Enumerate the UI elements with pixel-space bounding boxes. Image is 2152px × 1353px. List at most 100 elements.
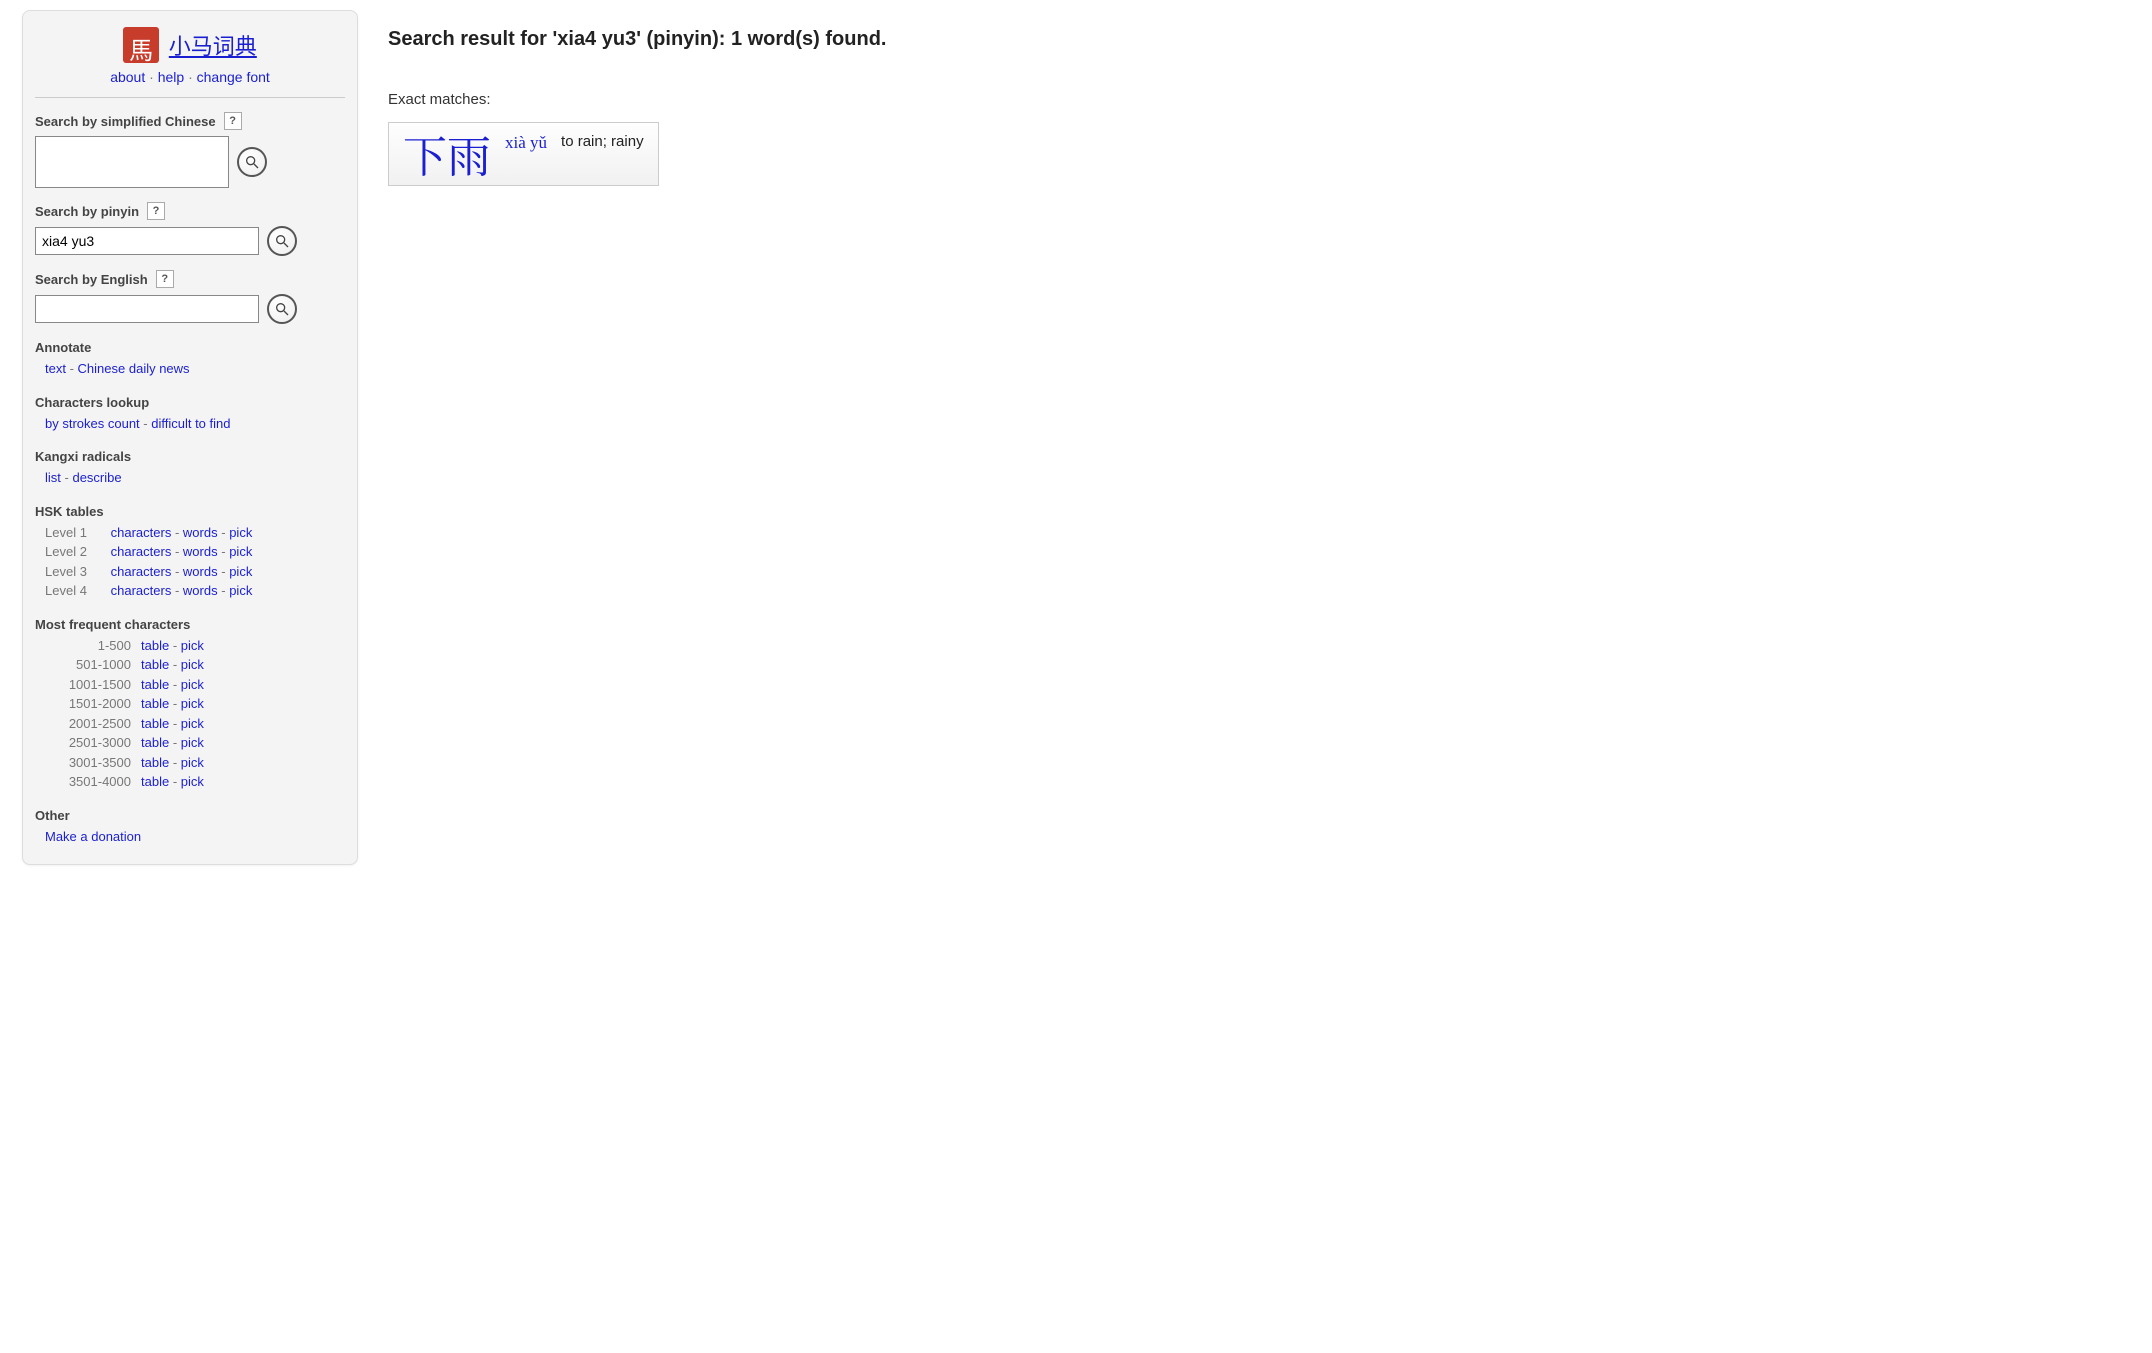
annotate-text-link[interactable]: text bbox=[45, 361, 66, 376]
hsk-words-link[interactable]: words bbox=[183, 544, 218, 559]
freq-row: 2501-3000table - pick bbox=[45, 733, 345, 753]
search-pinyin-button[interactable] bbox=[267, 226, 297, 256]
strokes-link[interactable]: by strokes count bbox=[45, 416, 140, 431]
annotate-news-link[interactable]: Chinese daily news bbox=[78, 361, 190, 376]
freq-table-link[interactable]: table bbox=[141, 696, 169, 711]
separator: · bbox=[188, 69, 197, 85]
main-column: Search result for 'xia4 yu3' (pinyin): 1… bbox=[378, 0, 2152, 206]
freq-table-link[interactable]: table bbox=[141, 657, 169, 672]
search-english-button[interactable] bbox=[267, 294, 297, 324]
freq-table-link[interactable]: table bbox=[141, 677, 169, 692]
charlookup-title: Characters lookup bbox=[35, 395, 345, 410]
help-chinese-icon[interactable]: ? bbox=[224, 112, 242, 130]
kangxi-list-link[interactable]: list bbox=[45, 470, 61, 485]
freq-table-link[interactable]: table bbox=[141, 638, 169, 653]
hsk-characters-link[interactable]: characters bbox=[111, 544, 172, 559]
freq-range-label: 1-500 bbox=[45, 636, 131, 656]
hsk-pick-link[interactable]: pick bbox=[229, 525, 252, 540]
freq-row: 3501-4000table - pick bbox=[45, 772, 345, 792]
hsk-title: HSK tables bbox=[35, 504, 345, 519]
hsk-pick-link[interactable]: pick bbox=[229, 544, 252, 559]
hsk-pick-link[interactable]: pick bbox=[229, 564, 252, 579]
kangxi-describe-link[interactable]: describe bbox=[72, 470, 121, 485]
search-pinyin-label: Search by pinyin bbox=[35, 204, 139, 219]
exact-matches-label: Exact matches: bbox=[388, 91, 2132, 108]
hsk-table: Level 1 characters - words - pickLevel 2… bbox=[45, 523, 345, 601]
hsk-level-label: Level 2 bbox=[45, 542, 107, 562]
freq-title: Most frequent characters bbox=[35, 617, 345, 632]
search-english-label: Search by English bbox=[35, 272, 148, 287]
freq-row: 1501-2000table - pick bbox=[45, 694, 345, 714]
hsk-words-link[interactable]: words bbox=[183, 564, 218, 579]
freq-pick-link[interactable]: pick bbox=[181, 657, 204, 672]
hsk-level-label: Level 1 bbox=[45, 523, 107, 543]
hsk-level-label: Level 4 bbox=[45, 581, 107, 601]
search-chinese-label: Search by simplified Chinese bbox=[35, 114, 216, 129]
site-title[interactable]: 小马词典 bbox=[169, 29, 257, 61]
freq-range-label: 501-1000 bbox=[45, 655, 131, 675]
freq-row: 501-1000table - pick bbox=[45, 655, 345, 675]
freq-row: 1001-1500table - pick bbox=[45, 675, 345, 695]
search-icon bbox=[274, 301, 290, 317]
freq-table-link[interactable]: table bbox=[141, 735, 169, 750]
change-font-link[interactable]: change font bbox=[197, 69, 270, 85]
freq-pick-link[interactable]: pick bbox=[181, 677, 204, 692]
search-pinyin-input[interactable] bbox=[35, 227, 259, 255]
hsk-row: Level 2 characters - words - pick bbox=[45, 542, 345, 562]
freq-row: 3001-3500table - pick bbox=[45, 753, 345, 773]
donate-link[interactable]: Make a donation bbox=[45, 829, 141, 844]
freq-pick-link[interactable]: pick bbox=[181, 716, 204, 731]
subnav: about · help · change font bbox=[35, 69, 345, 85]
hsk-characters-link[interactable]: characters bbox=[111, 564, 172, 579]
freq-range-label: 3501-4000 bbox=[45, 772, 131, 792]
freq-table-link[interactable]: table bbox=[141, 774, 169, 789]
kangxi-title: Kangxi radicals bbox=[35, 449, 345, 464]
freq-pick-link[interactable]: pick bbox=[181, 755, 204, 770]
help-english-icon[interactable]: ? bbox=[156, 270, 174, 288]
freq-table-link[interactable]: table bbox=[141, 755, 169, 770]
freq-row: 1-500table - pick bbox=[45, 636, 345, 656]
about-link[interactable]: about bbox=[110, 69, 145, 85]
annotate-title: Annotate bbox=[35, 340, 345, 355]
search-chinese-input[interactable] bbox=[35, 136, 229, 188]
search-icon bbox=[274, 233, 290, 249]
hsk-row: Level 1 characters - words - pick bbox=[45, 523, 345, 543]
freq-pick-link[interactable]: pick bbox=[181, 774, 204, 789]
other-title: Other bbox=[35, 808, 345, 823]
search-icon bbox=[244, 154, 260, 170]
entry-hanzi: 下雨 bbox=[403, 131, 491, 175]
freq-range-label: 2501-3000 bbox=[45, 733, 131, 753]
search-english-label-row: Search by English ? bbox=[35, 270, 345, 288]
result-entry[interactable]: 下雨 xià yǔ to rain; rainy bbox=[388, 122, 659, 186]
freq-range-label: 3001-3500 bbox=[45, 753, 131, 773]
help-pinyin-icon[interactable]: ? bbox=[147, 202, 165, 220]
hsk-words-link[interactable]: words bbox=[183, 583, 218, 598]
freq-range-label: 1501-2000 bbox=[45, 694, 131, 714]
freq-pick-link[interactable]: pick bbox=[181, 735, 204, 750]
hsk-words-link[interactable]: words bbox=[183, 525, 218, 540]
hsk-characters-link[interactable]: characters bbox=[111, 583, 172, 598]
hsk-characters-link[interactable]: characters bbox=[111, 525, 172, 540]
entry-pinyin: xià yǔ bbox=[505, 133, 547, 153]
difficult-link[interactable]: difficult to find bbox=[151, 416, 230, 431]
freq-range-label: 2001-2500 bbox=[45, 714, 131, 734]
freq-range-label: 1001-1500 bbox=[45, 675, 131, 695]
search-english-input[interactable] bbox=[35, 295, 259, 323]
entry-definition: to rain; rainy bbox=[561, 133, 644, 150]
freq-pick-link[interactable]: pick bbox=[181, 638, 204, 653]
freq-table-link[interactable]: table bbox=[141, 716, 169, 731]
hsk-level-label: Level 3 bbox=[45, 562, 107, 582]
freq-row: 2001-2500table - pick bbox=[45, 714, 345, 734]
header: 小马词典 about · help · change font bbox=[35, 21, 345, 89]
hsk-pick-link[interactable]: pick bbox=[229, 583, 252, 598]
hsk-row: Level 3 characters - words - pick bbox=[45, 562, 345, 582]
help-link[interactable]: help bbox=[158, 69, 184, 85]
divider bbox=[35, 97, 345, 98]
sidebar: 小马词典 about · help · change font Search b… bbox=[22, 10, 358, 865]
freq-pick-link[interactable]: pick bbox=[181, 696, 204, 711]
search-chinese-button[interactable] bbox=[237, 147, 267, 177]
result-title: Search result for 'xia4 yu3' (pinyin): 1… bbox=[388, 28, 2132, 51]
site-logo-icon bbox=[123, 27, 159, 63]
hsk-row: Level 4 characters - words - pick bbox=[45, 581, 345, 601]
freq-table: 1-500table - pick501-1000table - pick100… bbox=[45, 636, 345, 792]
